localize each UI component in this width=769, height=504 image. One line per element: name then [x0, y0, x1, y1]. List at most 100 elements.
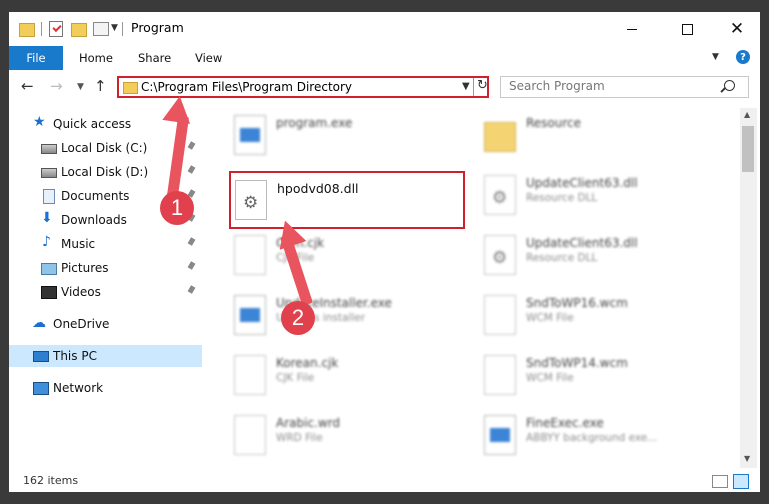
annotation-arrowhead-1	[162, 94, 194, 124]
sidebar-item-music[interactable]: ♪ Music	[9, 233, 202, 255]
sidebar-item-onedrive[interactable]: ☁ OneDrive	[9, 313, 202, 335]
tab-view[interactable]: View	[195, 51, 222, 65]
expand-ribbon-chevron-icon[interactable]: ▼	[712, 52, 719, 62]
file-name: SndToWP16.wcm	[526, 296, 628, 310]
maximize-icon	[681, 23, 693, 35]
document-icon	[234, 355, 266, 395]
sidebar-item-pictures[interactable]: Pictures	[9, 257, 202, 279]
scroll-thumb[interactable]	[742, 126, 754, 172]
customize-toolbar-icon[interactable]	[93, 22, 109, 36]
large-icons-view-icon[interactable]	[733, 474, 749, 489]
file-item-updateclient63-dll[interactable]: UpdateClient63.dll Resource DLL	[484, 170, 714, 224]
sidebar-item-network[interactable]: Network	[9, 377, 202, 399]
pin-icon[interactable]	[187, 261, 196, 270]
file-item-program-exe[interactable]: program.exe	[234, 110, 464, 164]
details-view-icon[interactable]	[712, 475, 728, 488]
chevron-down-icon[interactable]: ▼	[111, 23, 118, 33]
step-badge-1: 1	[160, 191, 194, 225]
tab-home[interactable]: Home	[79, 51, 113, 65]
file-highlight-box	[229, 171, 465, 229]
item-count: 162 items	[23, 474, 79, 487]
file-type: CJK File	[276, 372, 315, 384]
close-button[interactable]: ✕	[714, 12, 760, 46]
dll-file-icon	[484, 175, 516, 215]
divider	[473, 78, 474, 96]
dll-file-icon	[484, 235, 516, 275]
divider	[122, 22, 123, 36]
sidebar-item-label: Pictures	[61, 261, 109, 275]
file-item-sndtowp16-wcm[interactable]: SndToWP16.wcm WCM File	[484, 290, 714, 344]
downloads-icon: ⬇	[41, 210, 53, 226]
pin-icon[interactable]	[187, 237, 196, 246]
tab-share[interactable]: Share	[138, 51, 171, 65]
back-arrow-icon[interactable]: ←	[21, 77, 34, 95]
help-icon[interactable]: ?	[736, 50, 750, 64]
pin-icon[interactable]	[187, 141, 196, 150]
application-icon	[484, 415, 516, 455]
minimize-button[interactable]	[609, 12, 655, 46]
file-item-sndtowp14-wcm[interactable]: SndToWP14.wcm WCM File	[484, 350, 714, 404]
minimize-icon	[627, 28, 637, 30]
pictures-icon	[41, 263, 57, 275]
forward-arrow-icon[interactable]: →	[50, 77, 63, 95]
sidebar-item-label: Network	[53, 381, 104, 395]
file-name: Arabic.wrd	[276, 416, 341, 430]
file-name: Korean.cjk	[276, 356, 339, 370]
videos-icon	[41, 286, 57, 299]
new-folder-icon[interactable]	[71, 23, 87, 37]
document-icon	[234, 235, 266, 275]
file-item-fineexec-exe[interactable]: FineExec.exe ABBYY background exe...	[484, 410, 714, 464]
search-box[interactable]	[500, 76, 749, 98]
file-item-korean-cjk[interactable]: Korean.cjk CJK File	[234, 350, 464, 404]
file-item-resource[interactable]: Resource	[484, 110, 714, 164]
tab-file[interactable]: File	[9, 46, 63, 70]
file-type: WRD File	[276, 432, 323, 444]
search-input[interactable]	[509, 79, 719, 93]
maximize-button[interactable]	[664, 12, 710, 46]
window-title: Program	[131, 20, 184, 35]
address-path[interactable]: C:\Program Files\Program Directory	[141, 80, 352, 94]
application-icon	[234, 295, 266, 335]
properties-check-icon[interactable]	[49, 21, 63, 37]
file-type: WCM File	[526, 372, 574, 384]
recent-locations-chevron-icon[interactable]: ▼	[77, 82, 84, 92]
document-icon	[484, 355, 516, 395]
navigation-bar: ← → ▼ ↑ C:\Program Files\Program Directo…	[9, 70, 760, 104]
file-item-updateclient63-dll[interactable]: UpdateClient63.dll Resource DLL	[484, 230, 714, 284]
drive-icon	[41, 168, 57, 178]
file-list: program.exe Resource UpdateClient63.dll …	[214, 108, 738, 468]
up-arrow-icon[interactable]: ↑	[94, 77, 107, 95]
drive-icon	[41, 144, 57, 154]
file-item-arabic-wrd[interactable]: Arabic.wrd WRD File	[234, 410, 464, 464]
divider	[41, 22, 42, 36]
pin-icon[interactable]	[187, 165, 196, 174]
vertical-scrollbar[interactable]: ▲ ▼	[740, 108, 757, 468]
file-type: Resource DLL	[526, 252, 598, 264]
explorer-window: ▼ Program ✕ File Home Share View ▼ ? ← →…	[9, 12, 760, 492]
file-type: ABBYY background exe...	[526, 432, 658, 444]
sidebar-item-this-pc[interactable]: This PC	[9, 345, 202, 367]
documents-icon	[43, 189, 55, 204]
folder-icon	[484, 122, 516, 152]
folder-icon	[123, 82, 138, 94]
title-bar: ▼ Program ✕	[9, 12, 760, 46]
file-name: program.exe	[276, 116, 353, 130]
sidebar-item-label: Downloads	[61, 213, 127, 227]
sidebar-item-label: Quick access	[53, 117, 132, 131]
sidebar-item-label: Videos	[61, 285, 101, 299]
folder-icon[interactable]	[19, 23, 35, 37]
sidebar-item-videos[interactable]: Videos	[9, 281, 202, 303]
refresh-icon[interactable]: ↻	[477, 78, 488, 93]
scroll-down-icon[interactable]: ▼	[744, 454, 750, 463]
file-item-updateinstaller-exe[interactable]: UpdateInstaller.exe Updates installer	[234, 290, 464, 344]
document-icon	[234, 415, 266, 455]
address-history-chevron-icon[interactable]: ▼	[462, 81, 470, 92]
sidebar-item-label: This PC	[53, 349, 97, 363]
scroll-up-icon[interactable]: ▲	[744, 110, 750, 119]
search-icon[interactable]	[724, 80, 735, 91]
file-item-com-cjk[interactable]: Com.cjk CJK File	[234, 230, 464, 284]
document-icon	[484, 295, 516, 335]
status-bar: 162 items	[9, 470, 760, 492]
close-icon: ✕	[729, 18, 745, 39]
pin-icon[interactable]	[187, 285, 196, 294]
